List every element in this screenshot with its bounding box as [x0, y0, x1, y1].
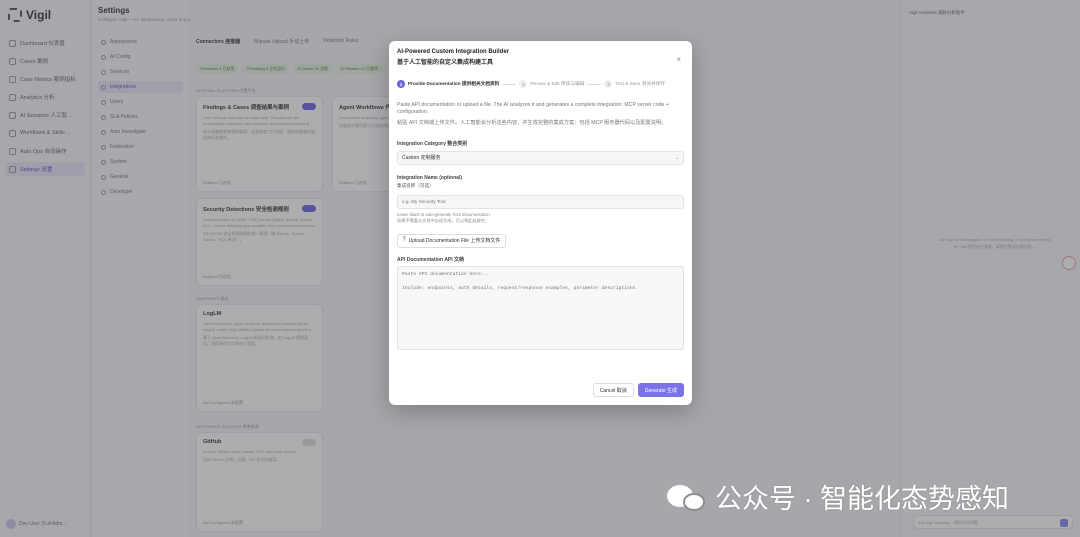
- step-divider: [587, 83, 602, 85]
- step-review-edit: 2 Review & Edit 审核与编辑: [519, 80, 584, 88]
- description-zh: 粘贴 API 文档或上传文件。人工智能会分析这些内容，并生成完整的集成方案：包括…: [397, 120, 667, 127]
- watermark-text: 公众号 · 智能化态势感知: [715, 484, 1009, 514]
- modal-description: Paste API documentation or upload a file…: [397, 102, 684, 128]
- step-number: 3: [604, 80, 613, 88]
- modal-title-zh: 基于人工智能的自定义集成构建工具: [397, 60, 494, 66]
- close-icon[interactable]: ×: [676, 55, 681, 64]
- step-divider: [502, 83, 517, 85]
- name-hint-zh: 如果不需要从文档中自动生成，可以将此处留空。: [397, 217, 490, 223]
- category-label: Integration Category 整合类别: [397, 140, 468, 147]
- integration-builder-modal: AI-Powered Custom Integration Builder 基于…: [389, 41, 692, 405]
- wechat-icon: [667, 481, 707, 513]
- chevron-down-icon: ⌄: [674, 154, 679, 161]
- integration-name-input[interactable]: [397, 194, 684, 209]
- step-label: Provide Documentation 提供相关文档资料: [408, 81, 500, 86]
- name-hint: Leave blank to auto-generate from docume…: [397, 212, 684, 224]
- name-label: Integration Name (optional): [397, 174, 462, 181]
- step-test-save: 3 Test & Save 测试并保存: [604, 80, 665, 88]
- step-label: Test & Save 测试并保存: [615, 81, 666, 86]
- cancel-button[interactable]: Cancel 取消: [592, 383, 634, 397]
- stepper: 1 Provide Documentation 提供相关文档资料 2 Revie…: [397, 80, 684, 88]
- generate-button[interactable]: Generate 生成: [637, 383, 684, 397]
- name-label-zh: 集成名称（可选）: [397, 182, 434, 188]
- step-label: Review & Edit 审核与编辑: [530, 81, 585, 86]
- modal-title: AI-Powered Custom Integration Builder: [397, 49, 510, 55]
- api-documentation-textarea[interactable]: [397, 265, 684, 350]
- step-number: 1: [397, 80, 405, 88]
- step-number: 2: [519, 80, 528, 88]
- step-provide-documentation: 1 Provide Documentation 提供相关文档资料: [397, 80, 499, 88]
- upload-icon: ⤒: [403, 237, 406, 244]
- upload-button-label: Upload Documentation File 上传文档文件: [408, 238, 501, 245]
- category-select[interactable]: Custom 定制服务 ⌄: [397, 150, 684, 165]
- category-value: Custom 定制服务: [402, 155, 441, 162]
- description-en: Paste API documentation or upload a file…: [397, 102, 669, 116]
- api-doc-label: API Documentation API 文档: [397, 256, 465, 263]
- upload-documentation-button[interactable]: ⤒ Upload Documentation File 上传文档文件: [397, 233, 507, 248]
- watermark: 公众号 · 智能化态势感知: [667, 477, 1009, 516]
- modal-footer: Cancel 取消 Generate 生成: [592, 383, 684, 397]
